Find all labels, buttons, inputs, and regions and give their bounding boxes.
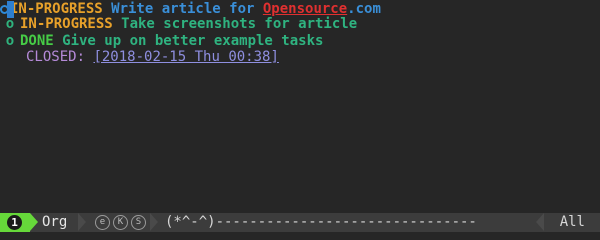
powerline-separator-icon [150, 213, 158, 231]
subtask-title: Take screenshots for article [112, 16, 358, 32]
window-number: 1 [7, 215, 22, 230]
powerline-separator-icon [30, 213, 38, 231]
minor-modes[interactable]: e K S [95, 215, 146, 230]
modeline-status: (*^-^)------------------------------- [165, 214, 477, 230]
subtask-title: Give up on better example tasks [53, 33, 324, 49]
closed-keyword: CLOSED: [26, 49, 86, 65]
powerline-separator-icon [78, 213, 86, 231]
editor-buffer[interactable]: IN-PROGRESS Write article for Opensource… [0, 0, 600, 210]
powerline-separator-icon [536, 213, 544, 231]
major-mode[interactable]: Org [42, 213, 67, 232]
todo-keyword-in-progress: IN-PROGRESS [20, 16, 113, 32]
closed-timestamp[interactable]: [2018-02-15 Thu 00:38] [93, 49, 278, 65]
window-number-segment: 1 [0, 213, 30, 232]
minor-mode-e-icon[interactable]: e [95, 215, 110, 230]
closed-line[interactable]: CLOSED: [2018-02-15 Thu 00:38] [0, 48, 279, 67]
modeline: 1 Org e K S (*^-^)----------------------… [0, 213, 600, 232]
minor-mode-s-icon[interactable]: S [131, 215, 146, 230]
buffer-position: All [559, 214, 585, 230]
todo-keyword-done: DONE [20, 33, 54, 49]
minor-mode-k-icon[interactable]: K [113, 215, 128, 230]
minibuffer[interactable] [0, 232, 600, 234]
